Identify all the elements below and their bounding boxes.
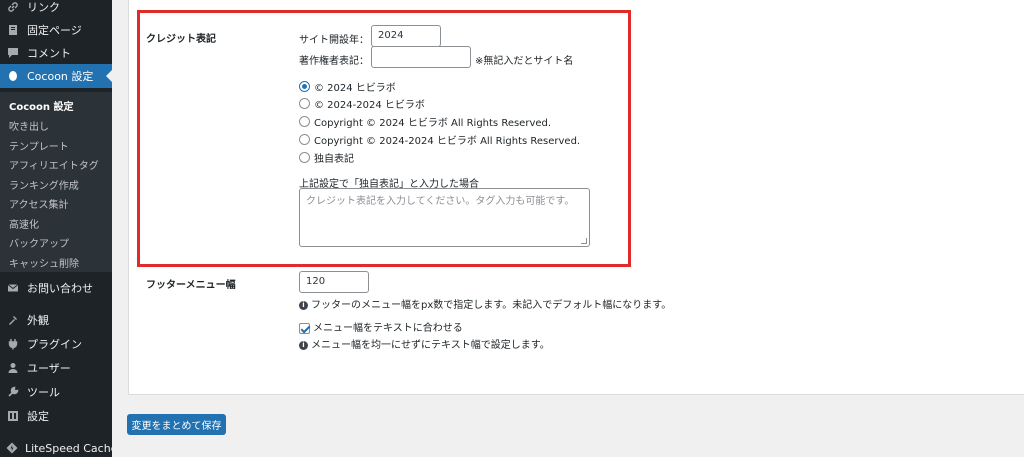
sidebar-item-label: ユーザー (27, 362, 71, 375)
sidebar-item-litespeed-cache[interactable]: LiteSpeed Cache (0, 436, 117, 457)
pages-icon (6, 23, 20, 37)
sidebar-item-label: Cocoon 設定 (27, 70, 94, 83)
cocoon-icon (6, 69, 20, 83)
credit-option-5[interactable]: 独自表記 (299, 150, 354, 165)
mail-icon (6, 281, 20, 295)
credit-option-3[interactable]: Copyright © 2024 ヒビラボ All Rights Reserve… (299, 114, 552, 129)
tools-icon (6, 385, 20, 399)
user-icon (6, 361, 20, 375)
resize-handle[interactable] (581, 238, 587, 244)
submenu-item-affiliate-tag[interactable]: アフィリエイトタグ (9, 157, 99, 172)
custom-credit-textarea[interactable]: クレジット表記を入力してください。タグ入力も可能です。 (299, 188, 590, 247)
site-year-input[interactable]: 2024 (371, 25, 441, 47)
sidebar-item-label: ツール (27, 386, 60, 399)
credit-option-label: © 2024 ヒビラボ (314, 82, 396, 94)
sidebar-item-label: リンク (27, 1, 60, 14)
litespeed-icon (6, 441, 18, 455)
sidebar-item-pages[interactable]: 固定ページ (0, 18, 112, 42)
sidebar-item-label: LiteSpeed Cache (25, 441, 118, 455)
footer-menu-width-help: i フッターのメニュー幅をpx数で指定します。未記入でデフォルト幅になります。 (299, 296, 671, 311)
sidebar-item-label: 設定 (27, 410, 49, 423)
submenu-item-cache-clear[interactable]: キャッシュ削除 (9, 255, 79, 270)
submenu-item-ranking[interactable]: ランキング作成 (9, 177, 79, 192)
submenu-item-cocoon-settings[interactable]: Cocoon 設定 (9, 98, 73, 113)
author-input[interactable] (371, 46, 471, 68)
radio-button[interactable] (299, 115, 310, 127)
plugin-icon (6, 337, 20, 351)
cocoon-submenu: Cocoon 設定 吹き出し テンプレート アフィリエイトタグ ランキング作成 … (0, 92, 112, 272)
sidebar-item-label: 固定ページ (27, 24, 82, 37)
credit-option-label: © 2024-2024 ヒビラボ (314, 99, 425, 111)
admin-sidebar: リンク 固定ページ コメント Cocoon 設定 Cocoon 設定 吹き出し … (0, 0, 117, 457)
radio-button[interactable] (299, 97, 310, 109)
sidebar-item-label: プラグイン (27, 338, 82, 351)
submenu-item-access[interactable]: アクセス集計 (9, 196, 69, 211)
credit-option-label: Copyright © 2024 ヒビラボ All Rights Reserve… (314, 117, 552, 129)
radio-button[interactable] (299, 151, 310, 163)
appearance-icon (6, 313, 20, 327)
sidebar-item-plugins[interactable]: プラグイン (0, 332, 112, 356)
fit-text-option[interactable]: メニュー幅をテキストに合わせる (299, 319, 463, 334)
radio-button[interactable] (299, 80, 310, 92)
author-label: 著作権者表記： (299, 56, 369, 67)
credit-option-4[interactable]: Copyright © 2024-2024 ヒビラボ All Rights Re… (299, 132, 581, 147)
credit-section-label: クレジット表記 (146, 34, 216, 45)
sidebar-item-label: 外観 (27, 314, 49, 327)
fit-text-checkbox[interactable] (299, 322, 310, 334)
sidebar-item-comments[interactable]: コメント (0, 41, 112, 65)
sidebar-item-label: コメント (27, 47, 71, 60)
sidebar-item-settings[interactable]: 設定 (0, 404, 112, 428)
credit-option-label: Copyright © 2024-2024 ヒビラボ All Rights Re… (314, 135, 581, 147)
help-text: フッターのメニュー幅をpx数で指定します。未記入でデフォルト幅になります。 (311, 300, 672, 311)
site-year-label: サイト開設年： (299, 35, 369, 46)
credit-option-1[interactable]: © 2024 ヒビラボ (299, 79, 396, 94)
help-text: メニュー幅を均一にせずにテキスト幅で設定します。 (311, 340, 550, 351)
credit-option-label: 独自表記 (314, 153, 354, 165)
sidebar-item-tools[interactable]: ツール (0, 380, 112, 404)
sidebar-item-links[interactable]: リンク (0, 0, 112, 19)
link-icon (6, 0, 20, 14)
settings-icon (6, 409, 20, 423)
sidebar-item-appearance[interactable]: 外観 (0, 308, 112, 332)
fit-text-label: メニュー幅をテキストに合わせる (313, 323, 463, 334)
footer-menu-width-input[interactable]: 120 (299, 271, 369, 293)
submenu-item-backup[interactable]: バックアップ (9, 235, 69, 250)
submenu-item-template[interactable]: テンプレート (9, 138, 69, 153)
sidebar-item-contact[interactable]: お問い合わせ (0, 276, 112, 300)
fit-text-help: i メニュー幅を均一にせずにテキスト幅で設定します。 (299, 336, 550, 351)
submenu-item-speed[interactable]: 高速化 (9, 216, 39, 231)
info-icon: i (299, 340, 308, 350)
author-note: ※無記入だとサイト名 (475, 56, 574, 67)
radio-button[interactable] (299, 133, 310, 145)
credit-option-2[interactable]: © 2024-2024 ヒビラボ (299, 96, 425, 111)
submenu-item-balloon[interactable]: 吹き出し (9, 118, 49, 133)
comment-icon (6, 46, 20, 60)
info-icon: i (299, 300, 308, 310)
sidebar-item-cocoon-settings[interactable]: Cocoon 設定 (0, 64, 112, 88)
footer-menu-label: フッターメニュー幅 (146, 280, 236, 291)
sidebar-item-label: お問い合わせ (27, 282, 93, 295)
textarea-placeholder: クレジット表記を入力してください。タグ入力も可能です。 (306, 196, 575, 207)
sidebar-item-users[interactable]: ユーザー (0, 356, 112, 380)
save-all-button[interactable]: 変更をまとめて保存 (127, 414, 226, 435)
